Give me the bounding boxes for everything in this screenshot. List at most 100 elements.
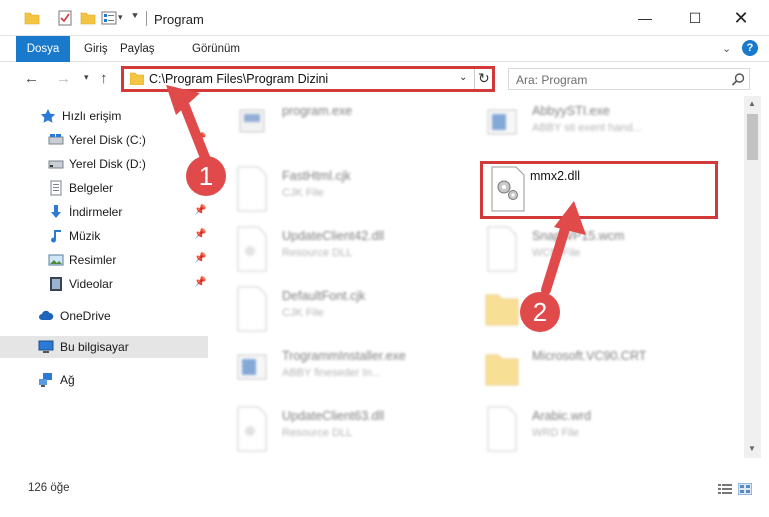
file-icon bbox=[487, 226, 517, 272]
sidebar-item-onedrive[interactable]: OneDrive bbox=[0, 305, 208, 327]
file-list: program.exe AbbyySTI.exe ABBY sti exent … bbox=[210, 96, 744, 458]
step-badge-1: 1 bbox=[186, 156, 226, 196]
tiles-view-icon[interactable] bbox=[738, 483, 752, 495]
expand-ribbon-icon[interactable]: ⌄ bbox=[722, 42, 731, 55]
file-tile[interactable]: FastHtml.cjk CJK File bbox=[210, 161, 460, 219]
recent-locations-icon[interactable]: ▾ bbox=[84, 72, 89, 83]
pin-icon[interactable]: 📌 bbox=[194, 277, 206, 288]
dll-icon bbox=[237, 226, 267, 272]
help-icon[interactable]: ? bbox=[742, 40, 758, 56]
window-title: Program bbox=[154, 12, 204, 27]
tab-view[interactable]: Görünüm bbox=[184, 36, 248, 62]
file-tile[interactable]: Microsoft.VC90.CRT bbox=[460, 341, 710, 399]
pictures-icon bbox=[48, 254, 64, 266]
file-tile[interactable]: TrogrammInstaller.exe ABBY fineseder tn.… bbox=[210, 341, 460, 399]
cloud-icon bbox=[39, 310, 54, 320]
sidebar-item-label: OneDrive bbox=[60, 309, 111, 323]
sidebar-item-label: İndirmeler bbox=[69, 205, 123, 219]
vertical-scrollbar[interactable]: ▲ ▼ bbox=[744, 96, 761, 458]
folder-icon[interactable] bbox=[24, 10, 40, 26]
sidebar-item-pictures[interactable]: Resimler 📌 bbox=[0, 249, 208, 271]
file-name: AbbyySTI.exe bbox=[532, 104, 610, 118]
status-bar: 126 öğe bbox=[0, 478, 769, 517]
sidebar-item-label: Hızlı erişim bbox=[62, 109, 122, 123]
pin-icon[interactable]: 📌 bbox=[194, 229, 206, 240]
close-button[interactable]: ✕ bbox=[726, 7, 756, 29]
properties-icon[interactable] bbox=[101, 10, 117, 26]
file-tile[interactable]: program.exe bbox=[210, 96, 460, 154]
file-name: DefaultFont.cjk bbox=[282, 289, 366, 303]
properties-check-icon[interactable] bbox=[57, 10, 73, 26]
sidebar-item-videos[interactable]: Videolar 📌 bbox=[0, 273, 208, 295]
exe-icon bbox=[239, 109, 265, 133]
videos-icon bbox=[50, 277, 62, 291]
sidebar-item-label: Belgeler bbox=[69, 181, 114, 195]
annotation-arrow-2 bbox=[541, 201, 586, 295]
file-name: FastHtml.cjk bbox=[282, 169, 351, 183]
new-folder-icon[interactable] bbox=[80, 10, 96, 26]
file-tile[interactable]: AbbyySTI.exe ABBY sti exent hand... bbox=[460, 96, 710, 154]
details-view-icon[interactable] bbox=[718, 483, 732, 495]
scroll-thumb[interactable] bbox=[747, 114, 758, 160]
divider bbox=[146, 11, 147, 26]
file-type: Resource DLL bbox=[282, 247, 353, 259]
scroll-down-icon[interactable]: ▼ bbox=[748, 444, 756, 453]
drive-icon bbox=[48, 134, 64, 145]
search-placeholder: Ara: Program bbox=[516, 73, 588, 87]
chevron-down-icon[interactable]: ⌄ bbox=[459, 72, 467, 83]
forward-arrow-icon[interactable]: → bbox=[56, 70, 71, 87]
drive-icon bbox=[48, 160, 64, 169]
sidebar-item-downloads[interactable]: İndirmeler 📌 bbox=[0, 201, 208, 223]
file-type: ABBY sti exent hand... bbox=[532, 122, 642, 134]
file-icon bbox=[237, 286, 267, 332]
sidebar-item-label: Videolar bbox=[69, 277, 113, 291]
scroll-up-icon[interactable]: ▲ bbox=[748, 99, 756, 108]
back-arrow-icon[interactable]: ← bbox=[24, 70, 39, 87]
highlight-box bbox=[480, 161, 718, 219]
app-icon bbox=[237, 354, 267, 380]
file-tile[interactable]: Arabic.wrd WRD File bbox=[460, 401, 710, 458]
folder-icon bbox=[485, 354, 519, 386]
item-count: 126 öğe bbox=[28, 482, 70, 494]
search-input[interactable]: Ara: Program bbox=[508, 68, 750, 90]
star-icon bbox=[40, 109, 56, 123]
maximize-button[interactable]: ☐ bbox=[680, 7, 710, 29]
tab-home[interactable]: Giriş bbox=[76, 36, 116, 62]
file-type: WRD File bbox=[532, 427, 580, 439]
file-icon bbox=[237, 166, 267, 212]
computer-icon bbox=[38, 340, 54, 353]
sidebar-item-network[interactable]: Ağ bbox=[0, 369, 208, 391]
tab-share[interactable]: Paylaş bbox=[112, 36, 163, 62]
tab-file[interactable]: Dosya bbox=[16, 36, 70, 62]
ribbon-tabs: Dosya Giriş Paylaş Görünüm ⌄ ? bbox=[0, 36, 769, 62]
search-icon[interactable] bbox=[730, 72, 746, 88]
minimize-button[interactable]: — bbox=[630, 7, 660, 29]
step-badge-2: 2 bbox=[520, 292, 560, 332]
file-name: TrogrammInstaller.exe bbox=[282, 349, 406, 363]
sidebar-item-label: Yerel Disk (D:) bbox=[69, 157, 146, 171]
network-icon bbox=[39, 373, 52, 387]
customize-toolbar-icon[interactable]: ⯆ bbox=[131, 11, 147, 27]
file-type: ABBY fineseder tn... bbox=[282, 367, 381, 379]
sidebar-item-label: Yerel Disk (C:) bbox=[69, 133, 146, 147]
sidebar-item-label: Resimler bbox=[69, 253, 117, 267]
refresh-icon[interactable]: ↻ bbox=[478, 70, 490, 87]
sidebar-item-documents[interactable]: Belgeler 📌 bbox=[0, 177, 208, 199]
file-type: CJK File bbox=[282, 187, 324, 199]
file-tile[interactable]: UpdateClient63.dll Resource DLL bbox=[210, 401, 460, 458]
file-tile[interactable]: DefaultFont.cjk CJK File bbox=[210, 281, 460, 339]
app-icon bbox=[487, 109, 517, 135]
up-arrow-icon[interactable]: ↑ bbox=[100, 70, 108, 87]
pin-icon[interactable]: 📌 bbox=[194, 253, 206, 264]
sidebar-item-music[interactable]: Müzik 📌 bbox=[0, 225, 208, 247]
file-name: program.exe bbox=[282, 104, 353, 118]
file-type: CJK File bbox=[282, 307, 324, 319]
sidebar-item-label: Müzik bbox=[69, 229, 101, 243]
pin-icon[interactable]: 📌 bbox=[194, 205, 206, 216]
file-tile[interactable]: UpdateClient42.dll Resource DLL bbox=[210, 221, 460, 279]
sidebar-item-label: Ağ bbox=[60, 373, 75, 387]
folder-icon bbox=[130, 72, 144, 85]
sidebar-item-this-pc[interactable]: Bu bilgisayar bbox=[0, 336, 208, 358]
file-name: UpdateClient63.dll bbox=[282, 409, 385, 423]
file-name: Arabic.wrd bbox=[532, 409, 592, 423]
